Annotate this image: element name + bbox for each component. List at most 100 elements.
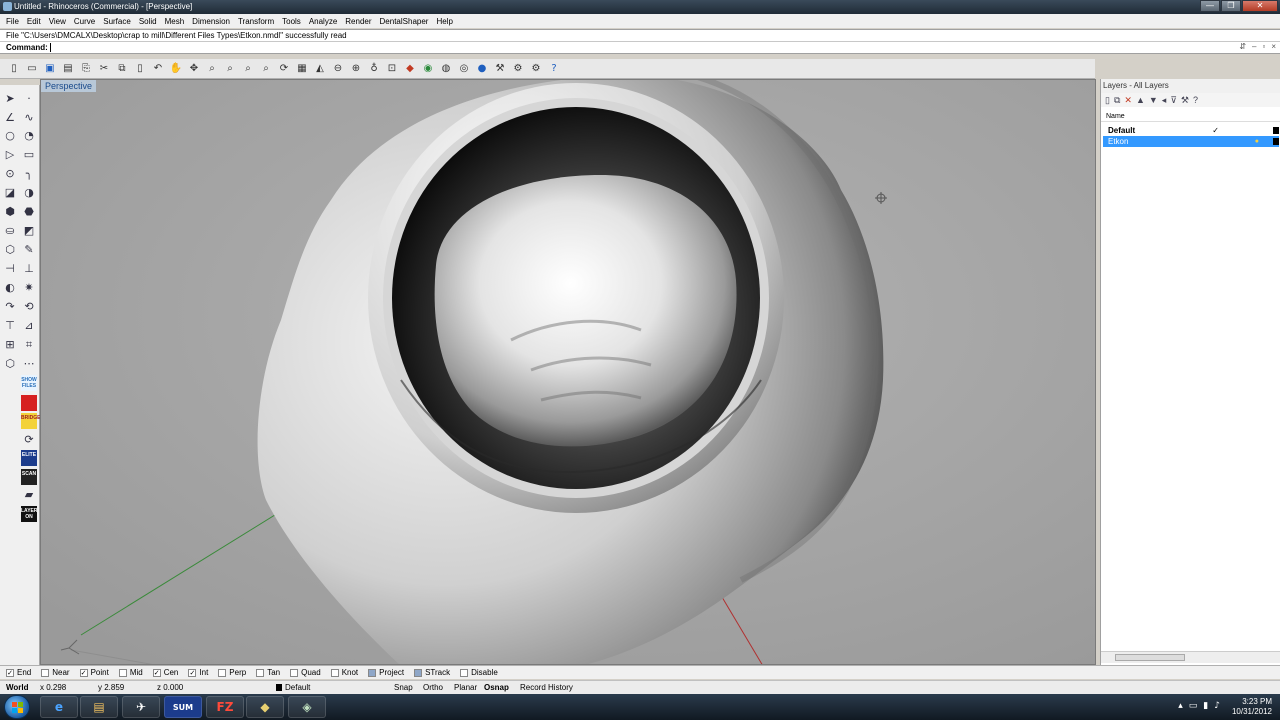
plugin-elite-icon[interactable]: ELITE xyxy=(21,450,37,466)
explode-icon[interactable]: ✷ xyxy=(21,280,37,296)
osnap-strack[interactable]: STrack xyxy=(414,668,450,677)
taskbar-sum-icon[interactable]: SUM xyxy=(164,696,202,718)
cut-icon[interactable]: ✂ xyxy=(96,61,112,77)
car-icon[interactable]: ◭ xyxy=(312,61,328,77)
curve-icon[interactable]: ∿ xyxy=(21,110,37,126)
perspective-viewport[interactable]: Perspective xyxy=(40,79,1096,665)
mirror-icon[interactable]: ⊿ xyxy=(21,318,37,334)
open-icon[interactable]: ▭ xyxy=(24,61,40,77)
layers-horizontal-scrollbar[interactable] xyxy=(1101,651,1280,663)
new-layer-icon[interactable]: ▯ xyxy=(1105,95,1110,106)
menu-surface[interactable]: Surface xyxy=(101,17,137,26)
osnap-checkbox[interactable] xyxy=(290,668,299,677)
import-icon[interactable]: ⎘ xyxy=(78,61,94,77)
osnap-checkbox[interactable] xyxy=(118,668,127,677)
print-icon[interactable]: ▤ xyxy=(60,61,76,77)
properties-icon[interactable]: ⊕ xyxy=(348,61,364,77)
command-minimize-icon[interactable]: – xyxy=(1252,42,1256,51)
snap-toggle[interactable]: Snap xyxy=(394,681,413,695)
taskbar-app2-icon[interactable]: ◈ xyxy=(288,696,326,718)
plugin-scan-icon[interactable]: SCAN xyxy=(21,469,37,485)
osnap-checkbox[interactable] xyxy=(460,668,469,677)
wand-icon[interactable]: ⚒ xyxy=(492,61,508,77)
move-icon[interactable]: ✥ xyxy=(186,61,202,77)
record-history-toggle[interactable]: Record History xyxy=(520,681,573,695)
osnap-checkbox[interactable]: ✓ xyxy=(79,668,88,677)
new-icon[interactable]: ▯ xyxy=(6,61,22,77)
select-icon[interactable]: ➤ xyxy=(2,91,18,107)
tray-monitor-icon[interactable]: ▭ xyxy=(1189,701,1198,711)
viewport-title-tab[interactable]: Perspective xyxy=(41,80,97,92)
undo-icon[interactable]: ↶ xyxy=(150,61,166,77)
close-button[interactable]: ✕ xyxy=(1242,0,1278,12)
paste-icon[interactable]: ▯ xyxy=(132,61,148,77)
menu-mesh[interactable]: Mesh xyxy=(163,17,191,26)
plugin-show-files-icon[interactable]: SHOW FILES xyxy=(21,375,37,391)
split-icon[interactable]: ⊥ xyxy=(21,261,37,277)
tools-icon[interactable]: ⚒ xyxy=(1181,95,1189,106)
new-sublayer-icon[interactable]: ⧉ xyxy=(1114,95,1120,106)
plugin-layer-on-icon[interactable]: LAYER ON xyxy=(21,506,38,522)
bulb-icon[interactable]: ♁ xyxy=(366,61,382,77)
osnap-toggle[interactable]: Osnap xyxy=(484,681,509,695)
settings-icon[interactable]: ⚙ xyxy=(510,61,526,77)
arc-icon[interactable]: ◔ xyxy=(21,128,37,144)
ellipse-icon[interactable]: ⊙ xyxy=(2,166,18,182)
osnap-checkbox[interactable] xyxy=(256,668,265,677)
osnap-checkbox[interactable] xyxy=(414,668,423,677)
osnap-int[interactable]: ✓ Int xyxy=(188,668,208,677)
circle-icon[interactable]: ○ xyxy=(2,128,18,144)
taskbar-explorer-icon[interactable]: ▤ xyxy=(80,696,118,718)
tray-arrow-icon[interactable]: ▴ xyxy=(1178,701,1183,711)
taskbar-ie-icon[interactable]: e xyxy=(40,696,78,718)
layer-icon[interactable]: ⊖ xyxy=(330,61,346,77)
osnap-checkbox[interactable] xyxy=(41,668,50,677)
menu-edit[interactable]: Edit xyxy=(25,17,47,26)
array-icon[interactable]: ⊞ xyxy=(2,337,18,353)
pencil-icon[interactable]: ✎ xyxy=(21,242,37,258)
minimize-button[interactable]: — xyxy=(1200,0,1220,12)
osnap-checkbox[interactable]: ✓ xyxy=(6,668,14,677)
fillet-icon[interactable]: ╮ xyxy=(21,166,37,182)
save-icon[interactable]: ▣ xyxy=(42,61,58,77)
zoom-extents-icon[interactable]: ⌕ xyxy=(240,61,256,77)
scale-icon[interactable]: ⊤ xyxy=(2,318,18,334)
pan-icon[interactable]: ✋ xyxy=(168,61,184,77)
box-icon[interactable]: ⬢ xyxy=(2,204,18,220)
join-icon[interactable]: ↷ xyxy=(2,299,18,315)
tray-volume-icon[interactable]: ♪ xyxy=(1214,701,1220,711)
menu-view[interactable]: View xyxy=(47,17,72,26)
osnap-project[interactable]: Project xyxy=(368,668,404,677)
lock-icon[interactable]: ⊡ xyxy=(384,61,400,77)
osnap-checkbox[interactable]: ✓ xyxy=(188,668,197,677)
render-sphere-icon[interactable]: ◎ xyxy=(456,61,472,77)
grid-icon[interactable]: ▦ xyxy=(294,61,310,77)
menu-render[interactable]: Render xyxy=(343,17,377,26)
osnap-checkbox[interactable]: ✓ xyxy=(152,668,161,677)
rectangle-icon[interactable]: ▭ xyxy=(21,147,37,163)
rotate-icon[interactable]: ⟳ xyxy=(276,61,292,77)
color-wheel-icon[interactable]: ◉ xyxy=(420,61,436,77)
layer-row-default[interactable]: Default ✓ xyxy=(1103,125,1279,136)
osnap-near[interactable]: Near xyxy=(41,668,70,677)
osnap-knot[interactable]: Knot xyxy=(330,668,358,677)
ortho-toggle[interactable]: Ortho xyxy=(423,681,443,695)
taskbar-app-icon[interactable]: ✈ xyxy=(122,696,160,718)
move-out-icon[interactable]: ◂ xyxy=(1162,95,1167,106)
layer-row-etkon[interactable]: Etkon ● xyxy=(1103,136,1279,147)
move-up-icon[interactable]: ▲ xyxy=(1136,95,1145,105)
options-icon[interactable]: ⚙ xyxy=(528,61,544,77)
trim-icon[interactable]: ⊣ xyxy=(2,261,18,277)
render-mesh-icon[interactable]: ◍ xyxy=(438,61,454,77)
menu-curve[interactable]: Curve xyxy=(72,17,101,26)
zoom-icon[interactable]: ⌕ xyxy=(204,61,220,77)
osnap-mid[interactable]: Mid xyxy=(118,668,143,677)
offset-icon[interactable]: ◑ xyxy=(21,185,37,201)
plugin-bridge-icon[interactable]: BRIDGE xyxy=(21,413,40,429)
layers-help-icon[interactable]: ? xyxy=(1193,95,1198,105)
tray-clock[interactable]: 3:23 PM 10/31/2012 xyxy=(1232,697,1272,717)
layer-color-swatch[interactable] xyxy=(1273,127,1279,134)
menu-transform[interactable]: Transform xyxy=(236,17,280,26)
move-down-icon[interactable]: ▼ xyxy=(1149,95,1158,105)
osnap-quad[interactable]: Quad xyxy=(290,668,321,677)
